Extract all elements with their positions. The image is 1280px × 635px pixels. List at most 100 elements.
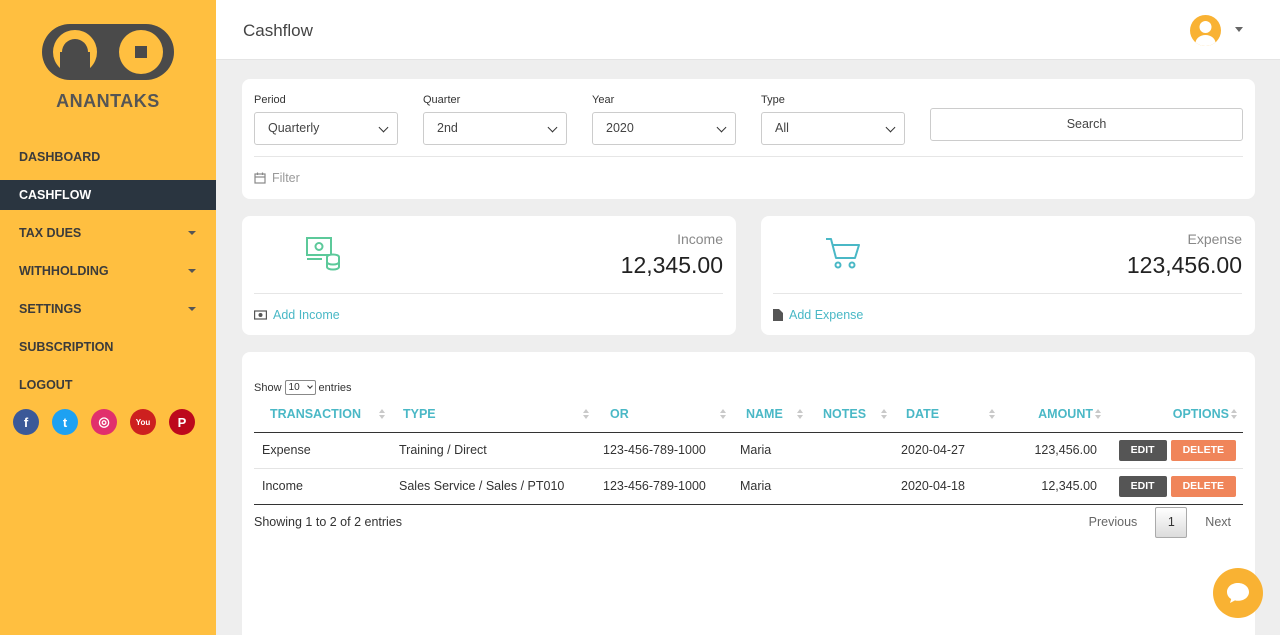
period-select[interactable]: Quarterly [254, 112, 398, 145]
sidebar-item-label: SETTINGS [19, 302, 82, 316]
chevron-down-icon [716, 122, 727, 133]
column-header-amount[interactable]: AMOUNT [1001, 396, 1107, 433]
sidebar-item-dashboard[interactable]: DASHBOARD [0, 138, 216, 176]
add-expense-link[interactable]: Add Expense [773, 308, 863, 322]
delete-button[interactable]: DELETE [1170, 439, 1236, 461]
divider [254, 293, 723, 294]
sidebar-item-subscription[interactable]: SUBSCRIPTION [0, 328, 216, 366]
sidebar-item-label: WITHHOLDING [19, 264, 109, 278]
column-label: OR [610, 406, 629, 421]
year-select[interactable]: 2020 [592, 112, 736, 145]
edit-button[interactable]: EDIT [1118, 439, 1167, 461]
cell-options: EDIT DELETE [1107, 432, 1243, 469]
table-header-row: TRANSACTION TYPE OR NAME NOTES DATE AMOU… [254, 396, 1243, 433]
sidebar-item-label: SUBSCRIPTION [19, 340, 114, 354]
column-label: TRANSACTION [270, 406, 361, 421]
cell-type: Training / Direct [391, 432, 595, 469]
cell-or: 123-456-789-1000 [595, 468, 732, 505]
chat-button[interactable] [1213, 568, 1263, 618]
sort-icon [989, 409, 995, 419]
youtube-icon[interactable]: You [130, 409, 156, 435]
cell-date: 2020-04-18 [893, 468, 1001, 505]
expense-label: Expense [1187, 231, 1242, 247]
sidebar: ANANTAKS DASHBOARD CASHFLOW TAX DUES WIT… [0, 0, 216, 635]
money-coins-icon [306, 237, 340, 271]
column-header-name[interactable]: NAME [732, 396, 809, 433]
quarter-value: 2nd [437, 121, 458, 135]
sidebar-item-tax-dues[interactable]: TAX DUES [0, 214, 216, 252]
column-label: TYPE [403, 406, 436, 421]
cell-notes [809, 432, 893, 469]
social-links: f t ◎ You P [13, 409, 195, 435]
filter-label: Filter [272, 171, 300, 185]
column-label: NOTES [823, 406, 867, 421]
column-header-or[interactable]: OR [595, 396, 732, 433]
chevron-down-icon [885, 122, 896, 133]
page-1-button[interactable]: 1 [1155, 507, 1188, 538]
show-entries: Show 10 entries [254, 380, 352, 395]
chevron-down-icon [306, 383, 313, 389]
sidebar-item-withholding[interactable]: WITHHOLDING [0, 252, 216, 290]
filter-link[interactable]: Filter [254, 171, 300, 185]
search-button[interactable]: Search [930, 108, 1243, 141]
delete-button[interactable]: DELETE [1170, 475, 1236, 497]
add-income-link[interactable]: Add Income [254, 308, 340, 322]
entries-select[interactable]: 10 [284, 380, 316, 395]
pagination: Previous 1 Next [1077, 507, 1243, 538]
user-avatar[interactable] [1190, 15, 1221, 46]
type-select[interactable]: All [761, 112, 905, 145]
sidebar-item-label: LOGOUT [19, 378, 73, 392]
table-row: Income Sales Service / Sales / PT010 123… [254, 468, 1243, 505]
sort-icon [583, 409, 589, 419]
sidebar-item-label: CASHFLOW [19, 188, 92, 202]
pinterest-icon[interactable]: P [169, 409, 195, 435]
instagram-glyph: ◎ [98, 414, 110, 429]
money-bill-icon [254, 310, 267, 320]
next-page-button[interactable]: Next [1193, 507, 1243, 538]
previous-page-button[interactable]: Previous [1077, 507, 1150, 538]
table-info: Showing 1 to 2 of 2 entries [254, 515, 403, 529]
sort-icon [881, 409, 887, 419]
sidebar-item-logout[interactable]: LOGOUT [0, 366, 216, 404]
cell-transaction: Expense [254, 432, 391, 469]
cell-transaction: Income [254, 468, 391, 505]
filter-card: Period Quarterly Quarter 2nd Year 2020 T… [242, 79, 1255, 199]
column-header-notes[interactable]: NOTES [809, 396, 893, 433]
instagram-icon[interactable]: ◎ [91, 409, 117, 435]
sort-icon [1095, 409, 1101, 419]
column-header-type[interactable]: TYPE [391, 396, 595, 433]
sidebar-item-settings[interactable]: SETTINGS [0, 290, 216, 328]
divider [773, 293, 1242, 294]
column-label: DATE [906, 406, 940, 421]
entries-value: 10 [288, 382, 300, 393]
table-row: Expense Training / Direct 123-456-789-10… [254, 432, 1243, 469]
sidebar-item-cashflow[interactable]: CASHFLOW [0, 180, 216, 210]
quarter-select[interactable]: 2nd [423, 112, 567, 145]
twitter-icon[interactable]: t [52, 409, 78, 435]
user-menu-caret-icon[interactable] [1235, 27, 1243, 32]
sort-icon [379, 409, 385, 419]
cell-or: 123-456-789-1000 [595, 432, 732, 469]
add-expense-label: Add Expense [789, 308, 864, 322]
cell-notes [809, 468, 893, 505]
edit-button[interactable]: EDIT [1118, 475, 1167, 497]
column-header-transaction[interactable]: TRANSACTION [254, 396, 391, 433]
transactions-card: Show 10 entries TRANSACTION TYPE OR NAME… [242, 352, 1255, 635]
column-header-options[interactable]: OPTIONS [1107, 396, 1243, 433]
expense-value: 123,456.00 [1126, 252, 1242, 278]
sidebar-item-label: TAX DUES [19, 226, 82, 240]
user-icon [1195, 21, 1216, 46]
column-label: AMOUNT [1038, 406, 1093, 421]
sidebar-nav: DASHBOARD CASHFLOW TAX DUES WITHHOLDING … [0, 138, 216, 404]
file-icon [773, 309, 783, 321]
income-label: Income [677, 231, 723, 247]
chevron-down-icon [547, 122, 558, 133]
pinterest-glyph: P [177, 414, 187, 430]
sort-icon [797, 409, 803, 419]
column-header-date[interactable]: DATE [893, 396, 1001, 433]
calendar-icon [254, 172, 266, 184]
facebook-icon[interactable]: f [13, 409, 39, 435]
year-label: Year [592, 94, 615, 106]
cell-amount: 123,456.00 [1001, 432, 1107, 469]
brand-name: ANANTAKS [56, 91, 160, 111]
